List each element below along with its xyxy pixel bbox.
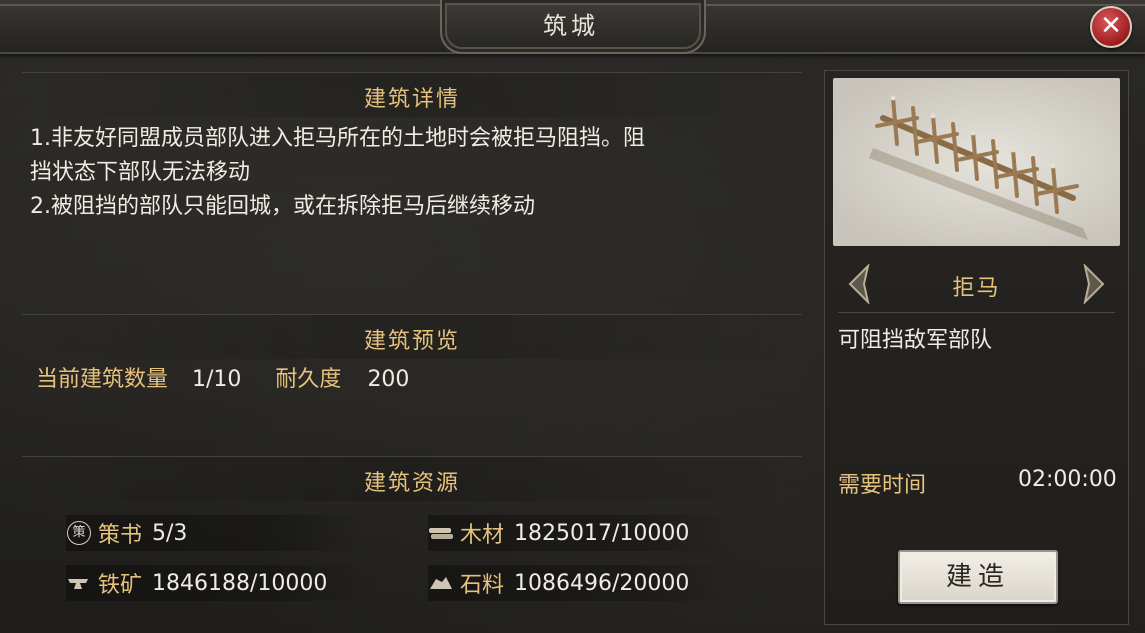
- resource-value: 1825017/10000: [514, 520, 690, 546]
- build-button[interactable]: 建造: [898, 550, 1058, 604]
- building-description-text: 1.非友好同盟成员部队进入拒马所在的土地时会被拒马阻挡。阻 挡状态下部队无法移动…: [30, 122, 805, 224]
- details-section-header: 建筑详情: [22, 72, 802, 117]
- window-title: 筑城: [543, 12, 599, 40]
- resource-label: 策书: [98, 523, 143, 548]
- wood-icon: [428, 520, 454, 546]
- building-preview-image: [833, 78, 1120, 246]
- resource-label: 木材: [460, 523, 505, 548]
- resource-value: 5/3: [152, 520, 188, 546]
- build-time-label: 需要时间: [838, 473, 927, 498]
- resource-iron: 铁矿 1846188/10000: [66, 565, 366, 601]
- close-icon: ✕: [1100, 11, 1122, 41]
- build-time-value: 02:00:00: [1018, 467, 1117, 492]
- resource-wood: 木材 1825017/10000: [428, 515, 728, 551]
- building-short-description: 可阻挡敌军部队: [838, 328, 993, 353]
- book-icon: 策: [66, 520, 92, 546]
- description-line: 2.被阻挡的部队只能回城，或在拆除拒马后继续移动: [30, 194, 535, 219]
- resource-value: 1086496/20000: [514, 570, 690, 596]
- chevron-right-icon[interactable]: [1079, 264, 1109, 304]
- resources-section-header: 建筑资源: [22, 456, 802, 501]
- building-selector: 拒马: [838, 256, 1115, 313]
- building-name: 拒马: [952, 276, 1001, 301]
- stone-icon: [428, 570, 454, 596]
- resources-header-label: 建筑资源: [363, 471, 460, 496]
- preview-stats: 当前建筑数量 1/10 耐久度 200: [36, 364, 409, 396]
- resource-book: 策 策书 5/3: [66, 515, 366, 551]
- resource-label: 石料: [460, 573, 505, 598]
- details-header-label: 建筑详情: [363, 87, 460, 112]
- description-line: 挡状态下部队无法移动: [30, 160, 251, 185]
- resource-label: 铁矿: [98, 573, 143, 598]
- durability-value: 200: [367, 367, 410, 392]
- description-line: 1.非友好同盟成员部队进入拒马所在的土地时会被拒马阻挡。阻: [30, 126, 645, 151]
- durability-label: 耐久度: [275, 367, 342, 392]
- iron-icon: [66, 570, 92, 596]
- resource-value: 1846188/10000: [152, 570, 328, 596]
- preview-section-header: 建筑预览: [22, 314, 802, 359]
- close-button[interactable]: ✕: [1090, 6, 1132, 48]
- count-label: 当前建筑数量: [36, 367, 169, 392]
- preview-header-label: 建筑预览: [363, 329, 460, 354]
- count-value: 1/10: [192, 367, 242, 392]
- cheval-de-frise-icon: [869, 95, 1088, 240]
- resource-stone: 石料 1086496/20000: [428, 565, 728, 601]
